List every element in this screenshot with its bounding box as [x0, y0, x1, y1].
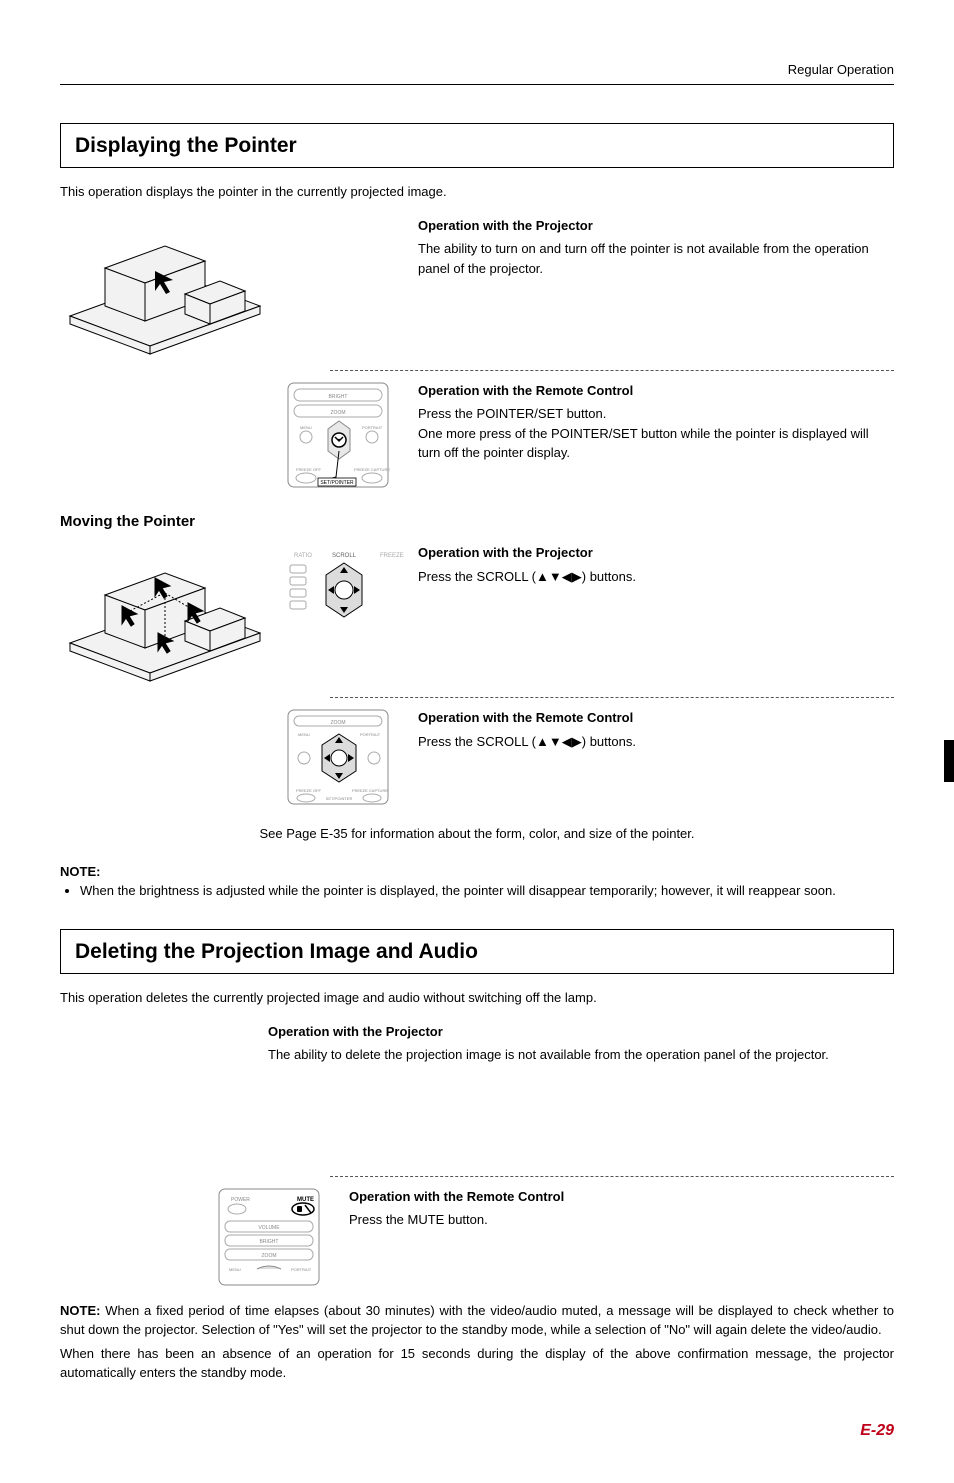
moving-title: Moving the Pointer [60, 511, 894, 534]
svg-text:FREEZE OFF: FREEZE OFF [296, 788, 321, 793]
s2-remote-body: Press the MUTE button. [349, 1210, 894, 1230]
mp-pre: Press the SCROLL ( [418, 569, 536, 584]
svg-text:PORTRAIT: PORTRAIT [291, 1267, 312, 1272]
dashed-separator [330, 370, 894, 371]
s1-remote-body2: One more press of the POINTER/SET button… [418, 424, 894, 463]
s1-remote-body1: Press the POINTER/SET button. [418, 404, 894, 424]
section2-title-box: Deleting the Projection Image and Audio [60, 929, 894, 975]
moving-proj-head: Operation with the Projector [418, 543, 894, 563]
page-number: E-29 [60, 1419, 894, 1443]
svg-text:BRIGHT: BRIGHT [329, 394, 348, 400]
section1-title-box: Displaying the Pointer [60, 123, 894, 169]
note2-label: NOTE: [60, 1303, 100, 1318]
svg-text:MENU: MENU [298, 732, 310, 737]
dashed-separator-3 [330, 1176, 894, 1177]
s1-proj-head: Operation with the Projector [418, 216, 894, 236]
note1-bullet: When the brightness is adjusted while th… [80, 881, 894, 901]
side-tab [944, 740, 954, 782]
mr-pre: Press the SCROLL ( [418, 734, 536, 749]
note2-text1: When a fixed period of time elapses (abo… [60, 1303, 894, 1338]
projector-panel-scroll-illustration: RATIO FREEZE SCROLL [284, 543, 404, 643]
note2-p1: NOTE: When a fixed period of time elapse… [60, 1301, 894, 1340]
svg-text:FREEZE OFF: FREEZE OFF [296, 467, 321, 472]
moving-remote-body: Press the SCROLL (▲▼◀▶) buttons. [418, 732, 894, 752]
svg-text:MENU: MENU [229, 1267, 241, 1272]
svg-text:FREEZE CAPTURE: FREEZE CAPTURE [352, 788, 388, 793]
illustration-pointer-static [60, 216, 270, 356]
moving-remote-head: Operation with the Remote Control [418, 708, 894, 728]
section2-title: Deleting the Projection Image and Audio [75, 936, 879, 968]
illustration-pointer-moving [60, 543, 270, 683]
svg-text:VOLUME: VOLUME [258, 1225, 280, 1231]
mp-post: ) buttons. [582, 569, 636, 584]
svg-text:SET/POINTER: SET/POINTER [320, 480, 354, 486]
svg-text:FREEZE CAPTURE: FREEZE CAPTURE [354, 467, 390, 472]
svg-text:POWER: POWER [231, 1197, 250, 1203]
note-block-1: NOTE: When the brightness is adjusted wh… [60, 862, 894, 901]
arrow-glyphs-2: ▲▼◀▶ [536, 734, 582, 749]
svg-text:MENU: MENU [300, 425, 312, 430]
svg-text:PORTRAIT: PORTRAIT [362, 425, 383, 430]
svg-text:ZOOM: ZOOM [331, 720, 346, 726]
s1-proj-body: The ability to turn on and turn off the … [418, 239, 894, 278]
page-header: Regular Operation [60, 60, 894, 85]
svg-text:PORTRAIT: PORTRAIT [360, 732, 381, 737]
svg-text:MUTE: MUTE [297, 1197, 314, 1203]
note1-label: NOTE: [60, 864, 100, 879]
svg-text:ZOOM: ZOOM [262, 1253, 277, 1259]
section1-intro: This operation displays the pointer in t… [60, 182, 894, 202]
moving-proj-body: Press the SCROLL (▲▼◀▶) buttons. [418, 567, 894, 587]
svg-text:ZOOM: ZOOM [331, 410, 346, 416]
s1-remote-head: Operation with the Remote Control [418, 381, 894, 401]
arrow-glyphs: ▲▼◀▶ [536, 569, 582, 584]
section2-intro: This operation deletes the currently pro… [60, 988, 894, 1008]
svg-text:FREEZE: FREEZE [380, 553, 404, 559]
see-page-note: See Page E-35 for information about the … [60, 824, 894, 844]
remote-scroll-illustration: ZOOM MENU PORTRAIT FREEZE OFF FREEZE CAP… [284, 708, 404, 808]
mr-post: ) buttons. [582, 734, 636, 749]
s2-proj-body: The ability to delete the projection ima… [268, 1045, 894, 1065]
remote-mute-illustration: POWER MUTE VOLUME BRIGHT ZOOM MENU PORTR… [215, 1187, 335, 1287]
s2-remote-head: Operation with the Remote Control [349, 1187, 894, 1207]
svg-text:SCROLL: SCROLL [332, 553, 357, 559]
svg-text:BRIGHT: BRIGHT [260, 1239, 279, 1245]
svg-text:SET/POINTER: SET/POINTER [326, 796, 353, 801]
s2-proj-head: Operation with the Projector [268, 1022, 894, 1042]
note2-p2: When there has been an absence of an ope… [60, 1344, 894, 1383]
remote-pointer-illustration: BRIGHT ZOOM MENU PORTRAIT FREEZE OFF FRE… [284, 381, 404, 491]
svg-text:RATIO: RATIO [294, 553, 312, 559]
chapter-title: Regular Operation [788, 62, 894, 77]
dashed-separator-2 [330, 697, 894, 698]
remote-mute-wrap: POWER MUTE VOLUME BRIGHT ZOOM MENU PORTR… [60, 1187, 335, 1287]
section1-title: Displaying the Pointer [75, 130, 879, 162]
